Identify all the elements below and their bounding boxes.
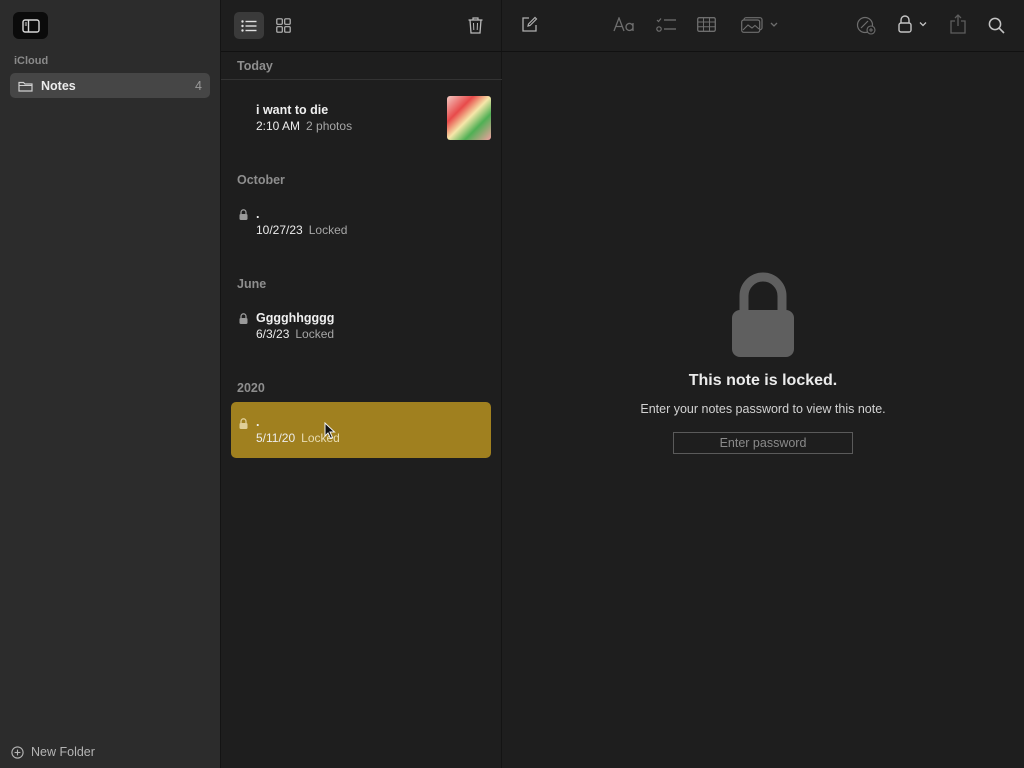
sidebar-item-notes[interactable]: Notes 4 — [10, 73, 210, 98]
lock-menu-button[interactable] — [898, 15, 930, 33]
sidebar-toggle-icon — [21, 18, 40, 33]
locked-subtitle: Enter your notes password to view this n… — [640, 402, 886, 416]
note-title: i want to die — [256, 103, 329, 117]
note-meta: 2:10 AM 2 photos — [256, 119, 352, 133]
note-title: Gggghhgggg — [256, 311, 335, 325]
note-item[interactable]: . 10/27/23 Locked — [231, 198, 491, 254]
locked-note-panel: This note is locked. Enter your notes pa… — [502, 268, 1024, 454]
sidebar: iCloud Notes 4 New Folder — [0, 0, 221, 768]
lock-icon — [239, 313, 248, 324]
media-icon — [741, 17, 778, 33]
notes-app: iCloud Notes 4 New Folder Today i want t… — [0, 0, 1024, 768]
lock-icon — [239, 209, 248, 220]
note-detail: Locked — [308, 223, 348, 237]
trash-icon — [468, 17, 482, 34]
note-detail: 2 photos — [306, 119, 353, 133]
note-date: 5/11/20 — [256, 431, 296, 445]
note-date: 2:10 AM — [256, 119, 301, 133]
list-toolbar — [221, 0, 502, 52]
list-view-icon — [241, 19, 257, 32]
compose-button[interactable] — [521, 16, 538, 33]
new-folder-button[interactable]: New Folder — [11, 745, 95, 759]
note-item[interactable]: i want to die 2:10 AM 2 photos — [231, 94, 491, 150]
new-folder-label: New Folder — [31, 745, 95, 759]
section-label-icloud: iCloud — [14, 55, 49, 67]
group-header-june: June — [237, 277, 267, 291]
note-thumbnail — [447, 96, 491, 140]
format-icon — [613, 17, 634, 32]
checklist-icon — [656, 18, 676, 32]
plus-circle-icon — [11, 745, 24, 759]
format-button[interactable] — [613, 17, 635, 32]
note-title: . — [256, 415, 260, 429]
editor-toolbar — [502, 0, 1024, 52]
folder-label: Notes — [41, 78, 76, 93]
group-header-today: Today — [237, 59, 273, 73]
sidebar-toggle-button[interactable] — [13, 12, 48, 39]
list-view-button[interactable] — [234, 12, 264, 39]
lock-icon — [239, 418, 248, 429]
locked-padlock-icon — [732, 272, 794, 357]
password-field[interactable] — [673, 432, 853, 454]
group-header-october: October — [237, 173, 285, 187]
share-button[interactable] — [950, 14, 966, 34]
checklist-button[interactable] — [656, 17, 676, 33]
share-icon — [950, 14, 966, 34]
note-date: 10/27/23 — [256, 223, 303, 237]
collaborate-icon — [856, 16, 876, 35]
note-item-selected[interactable]: . 5/11/20 Locked — [231, 402, 491, 458]
delete-button[interactable] — [460, 12, 490, 39]
locked-title: This note is locked. — [688, 372, 838, 389]
mouse-cursor-icon — [324, 422, 336, 440]
folder-count: 4 — [195, 78, 202, 93]
note-meta: 10/27/23 Locked — [256, 223, 347, 237]
note-detail-pane: This note is locked. Enter your notes pa… — [502, 0, 1024, 768]
search-icon — [988, 17, 1005, 34]
note-list: Today i want to die 2:10 AM 2 photos Octo… — [221, 0, 502, 768]
folder-icon — [18, 81, 33, 92]
table-button[interactable] — [697, 17, 716, 32]
group-header-2020: 2020 — [237, 381, 265, 395]
note-item[interactable]: Gggghhgggg 6/3/23 Locked — [231, 302, 491, 358]
table-icon — [697, 17, 716, 32]
compose-icon — [522, 16, 538, 32]
lock-icon — [898, 15, 927, 33]
note-meta: 6/3/23 Locked — [256, 327, 334, 341]
gallery-view-button[interactable] — [268, 12, 298, 39]
group-divider — [221, 79, 502, 80]
media-button[interactable] — [741, 17, 779, 33]
note-title: . — [256, 207, 260, 221]
gallery-view-icon — [275, 18, 291, 33]
collaborate-button[interactable] — [855, 16, 876, 35]
note-detail: Locked — [295, 327, 335, 341]
search-button[interactable] — [988, 17, 1005, 34]
note-date: 6/3/23 — [256, 327, 290, 341]
